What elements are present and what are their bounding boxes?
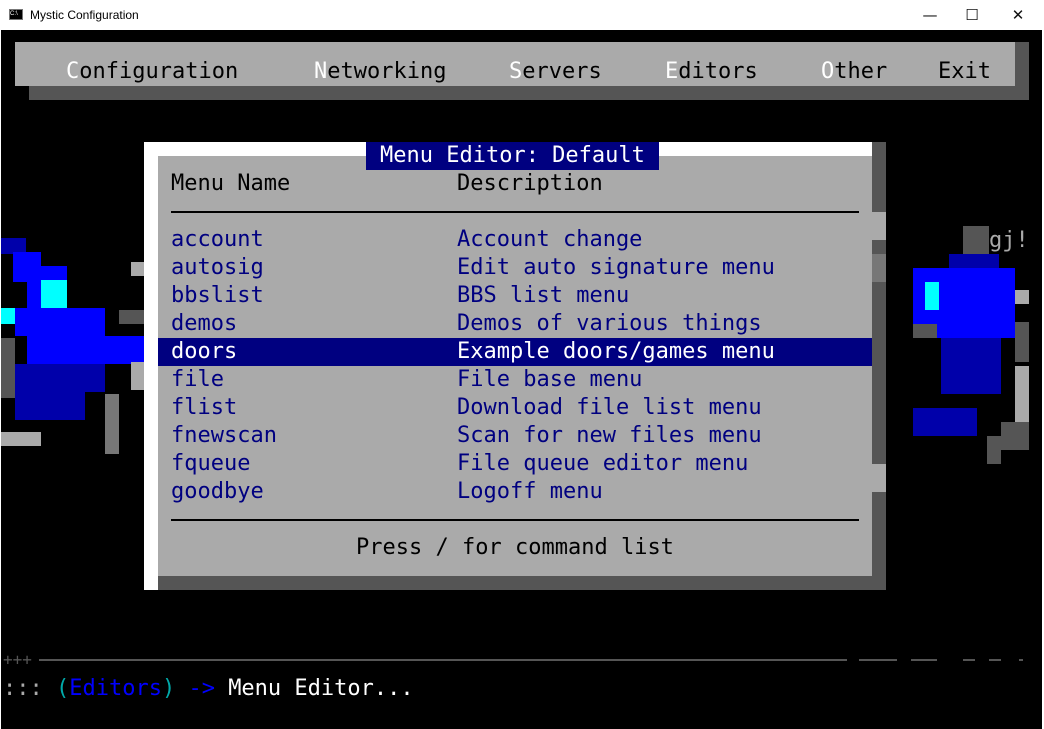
menu-hotkey: S — [509, 59, 523, 84]
menu-row[interactable]: demos Demos of various things — [158, 310, 872, 338]
status-current: Menu Editor... — [228, 676, 414, 701]
menu-hotkey: C — [66, 59, 80, 84]
command-hint: Press / for command list — [356, 535, 674, 560]
scrollbar-track-light — [872, 212, 886, 240]
menu-name: goodbye — [171, 479, 264, 504]
menu-configuration[interactable]: Configuration — [66, 59, 238, 85]
statusline-marks: +++ — [3, 650, 32, 669]
menu-hotkey: O — [821, 59, 835, 84]
left-ansi-art — [1, 238, 151, 478]
header-divider — [171, 211, 859, 213]
menu-description: Download file list menu — [457, 395, 762, 420]
minimize-button[interactable]: — — [907, 0, 953, 30]
menu-name: account — [171, 227, 264, 252]
menu-editors[interactable]: Editors — [665, 59, 758, 85]
top-menu-bar: Configuration Networking Servers Editors… — [15, 58, 1015, 86]
column-header-menu-name: Menu Name — [171, 171, 291, 196]
menu-other[interactable]: Other — [821, 59, 887, 85]
menu-description: File base menu — [457, 367, 643, 392]
menu-description: Demos of various things — [457, 311, 762, 336]
menu-name: doors — [171, 339, 238, 364]
menu-name: flist — [171, 395, 238, 420]
menu-networking[interactable]: Networking — [314, 59, 446, 85]
status-arrow: -> — [175, 676, 229, 701]
console-app-icon: C:\ — [9, 9, 23, 20]
menu-row[interactable]: file File base menu — [158, 366, 872, 394]
maximize-button[interactable]: ☐ — [949, 0, 995, 30]
dialog-shadow-bottom — [158, 576, 886, 590]
menu-name: bbslist — [171, 283, 264, 308]
window-titlebar[interactable]: C:\ Mystic Configuration — ☐ ✕ — [0, 0, 1044, 30]
menu-name: demos — [171, 311, 238, 336]
statusline-dash — [911, 659, 937, 661]
menu-description: Scan for new files menu — [457, 423, 762, 448]
scrollbar-thumb[interactable] — [872, 254, 886, 282]
menu-row-selected[interactable]: doors Example doors/games menu — [158, 338, 872, 366]
statusline-dot — [1019, 659, 1023, 661]
menu-row[interactable]: account Account change — [158, 226, 872, 254]
menu-description: Edit auto signature menu — [457, 255, 775, 280]
close-button[interactable]: ✕ — [995, 0, 1041, 30]
menu-description: File queue editor menu — [457, 451, 749, 476]
menu-name: fnewscan — [171, 423, 277, 448]
status-paren-close: ) — [161, 676, 176, 701]
footer-divider — [171, 519, 859, 521]
status-prefix: ::: — [3, 676, 56, 701]
menu-label: ditors — [678, 59, 758, 84]
menubar-shadow-bottom — [29, 86, 1029, 100]
menu-label: ervers — [522, 59, 602, 84]
status-section: Editors — [69, 676, 162, 701]
scrollbar-track-light — [872, 464, 886, 492]
menu-name: autosig — [171, 255, 264, 280]
menu-description: Example doors/games menu — [457, 339, 775, 364]
statusline-dash — [859, 659, 897, 661]
dialog-border-left — [144, 142, 158, 590]
menu-name: file — [171, 367, 224, 392]
menu-exit[interactable]: Exit — [938, 59, 991, 85]
menu-editor-dialog: Menu Editor: Default Menu Name Descripti… — [144, 142, 886, 590]
menu-description: Logoff menu — [457, 479, 603, 504]
menu-description: Account change — [457, 227, 643, 252]
art-text: gj! — [989, 228, 1029, 253]
menu-row[interactable]: flist Download file list menu — [158, 394, 872, 422]
statusline-dash — [989, 659, 1001, 661]
menu-label: etworking — [327, 59, 447, 84]
status-line: ::: (Editors) -> Menu Editor... — [3, 675, 414, 703]
menu-row[interactable]: fnewscan Scan for new files menu — [158, 422, 872, 450]
dialog-scrollbar[interactable] — [872, 156, 886, 576]
menu-row[interactable]: goodbye Logoff menu — [158, 478, 872, 506]
console-area[interactable]: Configuration Networking Servers Editors… — [1, 30, 1042, 729]
menu-row[interactable]: fqueue File queue editor menu — [158, 450, 872, 478]
menu-label: ther — [834, 59, 888, 84]
menu-row[interactable]: bbslist BBS list menu — [158, 282, 872, 310]
statusline-rule — [39, 659, 847, 661]
menu-servers[interactable]: Servers — [509, 59, 602, 85]
statusline-dash — [963, 659, 975, 661]
menu-hotkey: N — [314, 59, 328, 84]
menubar-top-band — [15, 42, 1015, 58]
right-ansi-art: gj! — [901, 226, 1042, 486]
status-paren-open: ( — [55, 676, 70, 701]
dialog-title: Menu Editor: Default — [366, 142, 659, 170]
menu-label: onfiguration — [79, 59, 239, 84]
column-header-description: Description — [457, 171, 603, 196]
window-title: Mystic Configuration — [30, 8, 139, 22]
menu-name: fqueue — [171, 451, 251, 476]
menu-hotkey: E — [665, 59, 679, 84]
menu-description: BBS list menu — [457, 283, 630, 308]
menu-row[interactable]: autosig Edit auto signature menu — [158, 254, 872, 282]
menu-label: Exit — [938, 59, 991, 84]
